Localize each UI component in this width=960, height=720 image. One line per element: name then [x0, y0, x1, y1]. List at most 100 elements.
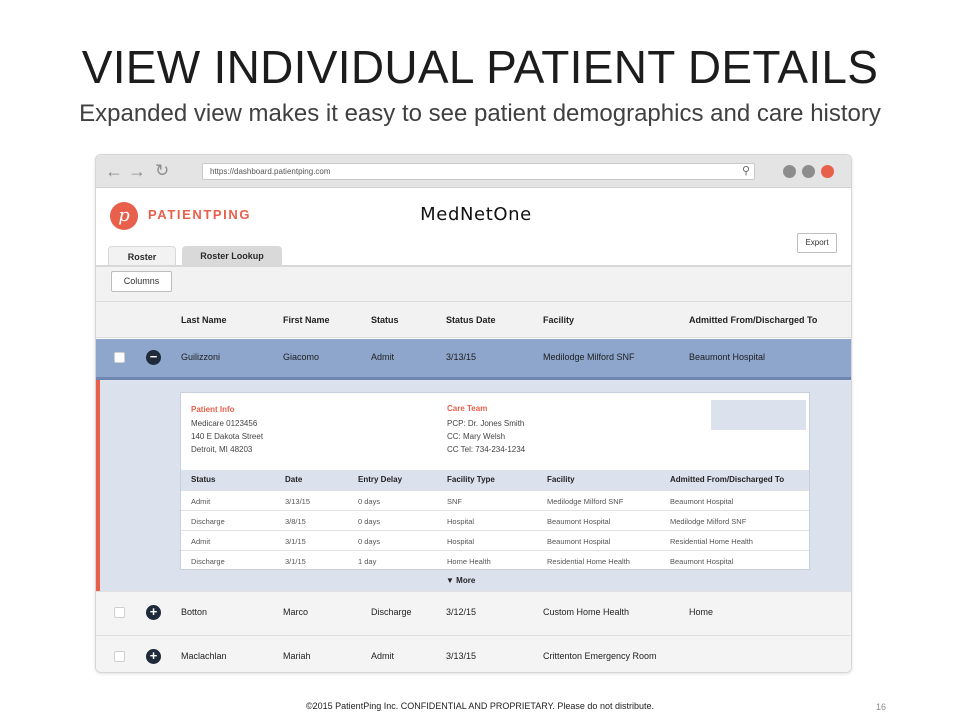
- patient-detail-panel: Patient Info Medicare 0123456 140 E Dako…: [96, 380, 851, 591]
- table-row[interactable]: + Maclachlan Mariah Admit 3/13/15 Critte…: [96, 635, 851, 672]
- cell-first-name: Giacomo: [283, 352, 320, 362]
- column-header-facility[interactable]: Facility: [543, 315, 574, 325]
- browser-window: ← → ↻ https://dashboard.patientping.com …: [95, 154, 852, 673]
- history-cell-delay: 0 days: [358, 497, 381, 506]
- column-header-status-date[interactable]: Status Date: [446, 315, 496, 325]
- slide-subtitle: Expanded view makes it easy to see patie…: [79, 100, 881, 127]
- history-header-admitted-from: Admitted From/Discharged To: [670, 475, 785, 484]
- organization-name: MedNetOne: [306, 199, 646, 231]
- url-text: https://dashboard.patientping.com: [210, 167, 331, 176]
- history-table-header: Status Date Entry Delay Facility Type Fa…: [181, 470, 809, 490]
- cell-status: Admit: [371, 352, 395, 362]
- search-icon[interactable]: ⚲: [742, 164, 750, 177]
- cell-last-name: Maclachlan: [181, 651, 227, 661]
- history-cell-status: Admit: [191, 497, 211, 506]
- table-toolbar: [96, 267, 851, 301]
- cell-admitted-from: Beaumont Hospital: [689, 352, 766, 362]
- cell-last-name: Guilizzoni: [181, 352, 221, 362]
- expand-icon[interactable]: +: [146, 649, 161, 664]
- care-team-pcp: PCP: Dr. Jones Smith: [447, 419, 525, 428]
- care-team-phone: CC Tel: 734-234-1234: [447, 445, 526, 454]
- patient-detail-card: Patient Info Medicare 0123456 140 E Dako…: [180, 392, 810, 570]
- table-row[interactable]: + Botton Marco Discharge 3/12/15 Custom …: [96, 591, 851, 635]
- history-cell-type: Home Health: [447, 557, 491, 566]
- patient-info-label: Patient Info: [191, 405, 235, 414]
- history-cell-type: Hospital: [447, 517, 475, 526]
- cell-first-name: Mariah: [283, 651, 311, 661]
- cell-admitted-from: Home: [689, 607, 714, 617]
- patientping-logo-icon: p: [110, 202, 138, 230]
- history-cell-delay: 0 days: [358, 517, 381, 526]
- table-row[interactable]: − Guilizzoni Giacomo Admit 3/13/15 Medil…: [96, 339, 851, 380]
- page-number: 16: [876, 702, 887, 712]
- more-link[interactable]: ▼ More: [446, 576, 475, 585]
- history-cell-date: 3/1/15: [285, 537, 306, 546]
- browser-toolbar: ← → ↻ https://dashboard.patientping.com …: [96, 155, 851, 188]
- cell-status-date: 3/13/15: [446, 651, 477, 661]
- patient-medicare-id: Medicare 0123456: [191, 419, 258, 428]
- column-header-admitted-from[interactable]: Admitted From/Discharged To: [689, 315, 817, 325]
- row-checkbox[interactable]: [114, 607, 125, 618]
- minimize-button[interactable]: [783, 165, 796, 178]
- tab-roster[interactable]: Roster: [108, 246, 176, 267]
- history-cell-status: Discharge: [191, 557, 225, 566]
- history-cell-date: 3/1/15: [285, 557, 306, 566]
- history-cell-admitted-from: Beaumont Hospital: [670, 497, 734, 506]
- expand-icon[interactable]: +: [146, 605, 161, 620]
- history-row: Discharge 3/1/15 1 day Home Health Resid…: [181, 550, 809, 570]
- cell-last-name: Botton: [181, 607, 208, 617]
- care-team-label: Care Team: [447, 404, 488, 413]
- history-cell-admitted-from: Medilodge Milford SNF: [670, 517, 747, 526]
- cell-status-date: 3/13/15: [446, 352, 477, 362]
- history-cell-type: SNF: [447, 497, 462, 506]
- columns-button[interactable]: Columns: [111, 271, 172, 292]
- row-checkbox[interactable]: [114, 352, 125, 363]
- slide-title: VIEW INDIVIDUAL PATIENT DETAILS: [81, 41, 879, 93]
- history-cell-date: 3/13/15: [285, 497, 311, 506]
- history-cell-facility: Beaumont Hospital: [547, 517, 611, 526]
- cell-facility: Crittenton Emergency Room: [543, 651, 657, 661]
- history-row: Admit 3/1/15 0 days Hospital Beaumont Ho…: [181, 530, 809, 550]
- history-cell-admitted-from: Residential Home Health: [670, 537, 753, 546]
- history-cell-date: 3/8/15: [285, 517, 306, 526]
- collapse-icon[interactable]: −: [146, 350, 161, 365]
- history-header-facility-type: Facility Type: [447, 475, 495, 484]
- address-bar[interactable]: https://dashboard.patientping.com ⚲: [202, 163, 755, 180]
- history-header-date: Date: [285, 475, 303, 484]
- history-cell-delay: 1 day: [358, 557, 377, 566]
- history-cell-facility: Medilodge Milford SNF: [547, 497, 624, 506]
- history-cell-facility: Beaumont Hospital: [547, 537, 611, 546]
- export-button[interactable]: Export: [797, 233, 837, 253]
- tab-roster-lookup[interactable]: Roster Lookup: [182, 246, 282, 267]
- row-checkbox[interactable]: [114, 651, 125, 662]
- history-row: Discharge 3/8/15 0 days Hospital Beaumon…: [181, 510, 809, 530]
- column-header-first-name[interactable]: First Name: [283, 315, 330, 325]
- brand-name: PATIENTPING: [148, 207, 252, 222]
- cell-status-date: 3/12/15: [446, 607, 477, 617]
- column-header-last-name[interactable]: Last Name: [181, 315, 227, 325]
- cell-first-name: Marco: [283, 607, 309, 617]
- cell-status: Discharge: [371, 607, 412, 617]
- maximize-button[interactable]: [802, 165, 815, 178]
- history-header-status: Status: [191, 475, 216, 484]
- history-header-entry-delay: Entry Delay: [358, 475, 403, 484]
- forward-arrow-icon[interactable]: →: [128, 161, 146, 181]
- patient-address-street: 140 E Dakota Street: [191, 432, 264, 441]
- close-button[interactable]: [821, 165, 834, 178]
- detail-placeholder-box: [711, 400, 806, 430]
- reload-icon[interactable]: ↻: [155, 161, 169, 181]
- table-header: Last Name First Name Status Status Date …: [96, 301, 851, 338]
- confidentiality-footer: ©2015 PatientPing Inc. CONFIDENTIAL AND …: [306, 701, 654, 711]
- history-cell-delay: 0 days: [358, 537, 381, 546]
- history-cell-admitted-from: Beaumont Hospital: [670, 557, 734, 566]
- history-cell-type: Hospital: [447, 537, 475, 546]
- history-cell-facility: Residential Home Health: [547, 557, 630, 566]
- history-cell-status: Discharge: [191, 517, 225, 526]
- more-label: More: [456, 576, 476, 585]
- back-arrow-icon[interactable]: ←: [105, 161, 123, 181]
- column-header-status[interactable]: Status: [371, 315, 399, 325]
- caret-down-icon: ▼: [446, 576, 454, 585]
- cell-status: Admit: [371, 651, 395, 661]
- expanded-accent-bar: [96, 380, 100, 591]
- patient-address-city: Detroit, MI 48203: [191, 445, 253, 454]
